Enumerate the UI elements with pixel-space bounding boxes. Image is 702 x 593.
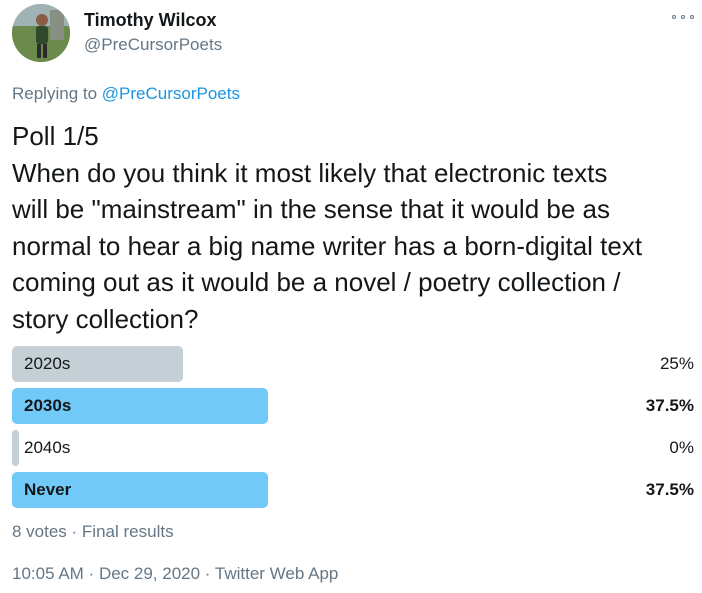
poll-option: 2030s 37.5% [12, 388, 694, 424]
tweet-client[interactable]: Twitter Web App [215, 564, 338, 583]
poll-option-percent: 37.5% [645, 396, 694, 415]
profile-photo-icon [12, 4, 70, 62]
poll-option-percent: 37.5% [645, 480, 694, 499]
poll-option-percent: 25% [659, 354, 694, 373]
poll-option-label: 2020s [24, 354, 71, 373]
poll-option: Never 37.5% [12, 472, 694, 508]
poll-meta: 8 votes · Final results [12, 522, 174, 542]
tweet-date[interactable]: Dec 29, 2020 [99, 564, 200, 583]
reply-mention-link[interactable]: @PreCursorPoets [102, 84, 240, 103]
dot-icon [690, 15, 694, 19]
timestamp: 10:05 AM · Dec 29, 2020 · Twitter Web Ap… [12, 564, 338, 584]
vote-count: 8 votes [12, 522, 67, 541]
tweet-line: will be "mainstream" in the sense that i… [12, 194, 610, 224]
author-name[interactable]: Timothy Wilcox [84, 10, 217, 31]
tweet-line: coming out as it would be a novel / poet… [12, 267, 621, 297]
poll-option: 2020s 25% [12, 346, 694, 382]
tweet-time[interactable]: 10:05 AM [12, 564, 84, 583]
tweet-text: Poll 1/5 When do you think it most likely… [12, 118, 692, 337]
tweet-line: story collection? [12, 303, 199, 334]
poll-status: Final results [81, 522, 174, 541]
replying-prefix: Replying to [12, 84, 102, 103]
poll-option-percent: 0% [669, 438, 694, 457]
avatar[interactable] [12, 4, 70, 62]
timestamp-separator: · [200, 564, 215, 583]
poll-option-label: 2030s [24, 396, 72, 415]
timestamp-separator: · [83, 564, 99, 583]
poll-option-label: 2040s [24, 438, 71, 457]
poll-bar [12, 430, 19, 466]
dot-icon [681, 15, 685, 19]
meta-separator: · [66, 522, 82, 541]
tweet-line: Poll 1/5 [12, 121, 99, 151]
more-options-icon[interactable] [672, 10, 694, 24]
poll-option-label: Never [24, 480, 72, 499]
tweet-line: When do you think it most likely that el… [12, 157, 608, 188]
replying-to: Replying to @PreCursorPoets [12, 84, 240, 104]
dot-icon [672, 15, 676, 19]
author-handle[interactable]: @PreCursorPoets [84, 35, 222, 55]
tweet-line: normal to hear a big name writer has a b… [12, 230, 643, 261]
poll-option: 2040s 0% [12, 430, 694, 466]
